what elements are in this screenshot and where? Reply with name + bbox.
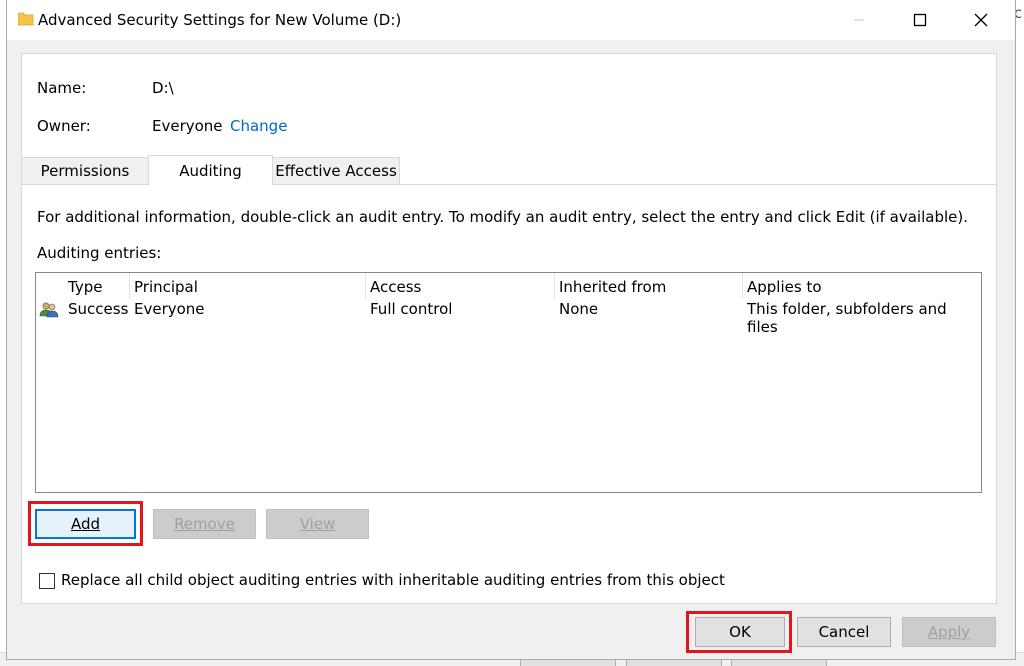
auditing-info-text: For additional information, double-click… bbox=[37, 208, 968, 226]
cell-applies-to: This folder, subfolders and files bbox=[747, 300, 947, 336]
column-header-access[interactable]: Access bbox=[370, 278, 421, 296]
tab-effective-access[interactable]: Effective Access bbox=[272, 157, 400, 185]
column-separator[interactable] bbox=[129, 273, 130, 299]
cancel-button[interactable]: Cancel bbox=[797, 617, 891, 647]
column-separator[interactable] bbox=[365, 273, 366, 299]
users-icon bbox=[39, 302, 59, 318]
change-owner-link[interactable]: Change bbox=[230, 117, 287, 135]
advanced-security-dialog: Advanced Security Settings for New Volum… bbox=[6, 0, 1016, 660]
column-header-principal[interactable]: Principal bbox=[134, 278, 198, 296]
minimize-icon bbox=[854, 19, 864, 21]
settings-panel: Name: D:\ Owner: Everyone Change Permiss… bbox=[21, 53, 997, 604]
column-header-type[interactable]: Type bbox=[68, 278, 102, 296]
column-header-inherited-from[interactable]: Inherited from bbox=[559, 278, 666, 296]
view-button[interactable]: View bbox=[266, 509, 369, 539]
minimize-button[interactable] bbox=[829, 0, 889, 40]
apply-button-label: Apply bbox=[927, 623, 971, 641]
apply-button[interactable]: Apply bbox=[902, 617, 996, 647]
cell-inherited-from: None bbox=[559, 300, 599, 318]
close-button[interactable] bbox=[951, 0, 1011, 40]
table-row[interactable]: Success Everyone Full control None This … bbox=[36, 299, 981, 336]
view-button-label: View bbox=[299, 515, 336, 533]
name-value: D:\ bbox=[152, 79, 174, 97]
replace-child-entries-checkbox[interactable] bbox=[39, 573, 55, 589]
maximize-icon bbox=[913, 13, 927, 27]
remove-button[interactable]: Remove bbox=[153, 509, 256, 539]
cell-access: Full control bbox=[370, 300, 453, 318]
auditing-entries-label: Auditing entries: bbox=[37, 244, 162, 262]
tab-auditing[interactable]: Auditing bbox=[148, 155, 273, 186]
close-icon bbox=[974, 13, 988, 27]
cancel-button-label: Cancel bbox=[818, 623, 870, 641]
ok-button[interactable]: OK bbox=[695, 617, 785, 647]
maximize-button[interactable] bbox=[890, 0, 950, 40]
column-separator[interactable] bbox=[742, 273, 743, 299]
ok-button-label: OK bbox=[729, 623, 751, 641]
cell-type: Success bbox=[68, 300, 129, 318]
folder-icon bbox=[18, 12, 34, 26]
name-label: Name: bbox=[37, 79, 87, 97]
add-button[interactable]: Add bbox=[35, 509, 136, 539]
remove-button-label: Remove bbox=[174, 515, 235, 533]
add-button-label: Add bbox=[70, 515, 101, 533]
owner-value: Everyone bbox=[152, 117, 223, 135]
window-title: Advanced Security Settings for New Volum… bbox=[38, 11, 402, 29]
column-separator[interactable] bbox=[554, 273, 555, 299]
title-bar[interactable]: Advanced Security Settings for New Volum… bbox=[7, 0, 1015, 40]
column-header-applies-to[interactable]: Applies to bbox=[747, 278, 822, 296]
cell-principal: Everyone bbox=[134, 300, 205, 318]
auditing-entries-list[interactable]: Type Principal Access Inherited from App… bbox=[35, 272, 982, 493]
owner-label: Owner: bbox=[37, 117, 91, 135]
tab-permissions[interactable]: Permissions bbox=[21, 157, 149, 185]
replace-child-entries-label[interactable]: Replace all child object auditing entrie… bbox=[61, 571, 725, 589]
